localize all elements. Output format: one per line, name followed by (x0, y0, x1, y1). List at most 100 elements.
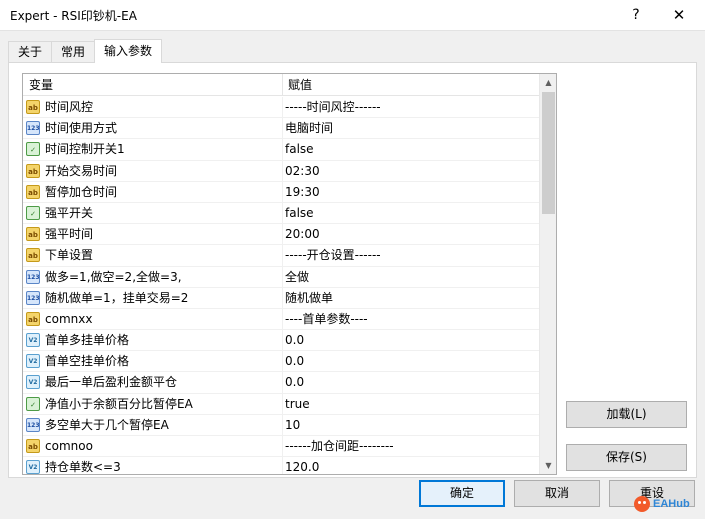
table-row[interactable]: ab 开始交易时间 02:30 (23, 160, 539, 182)
param-name: 强平开关 (45, 205, 94, 220)
param-type-ab-icon: ab (26, 163, 40, 178)
table-row[interactable]: V2 首单多挂单价格 0.0 (23, 330, 539, 352)
eahub-watermark: EAHub (634, 492, 702, 516)
vertical-scrollbar[interactable]: ▲ ▼ (539, 74, 556, 474)
table-row[interactable]: ✓ 强平开关 false (23, 202, 539, 225)
eahub-logo-icon (634, 496, 650, 512)
param-value[interactable]: 全做 (285, 267, 535, 288)
param-value[interactable]: 电脑时间 (285, 118, 535, 139)
parameter-rows: ab 时间风控 -----时间风控------ 123 时间使用方式 电脑时间 ✓ 时间控制开… (23, 97, 539, 474)
param-value[interactable]: false (285, 203, 535, 224)
param-value[interactable]: ----首单参数---- (285, 309, 535, 330)
cell-separator (282, 351, 283, 373)
cell-separator (282, 330, 283, 352)
param-value[interactable]: 0.0 (285, 351, 535, 372)
grid-header: 变量 赋值 (23, 74, 539, 96)
param-value[interactable]: 02:30 (285, 161, 535, 182)
table-row[interactable]: ab 暂停加仓时间 19:30 (23, 181, 539, 203)
tab-inputs[interactable]: 输入参数 (94, 39, 163, 63)
param-value[interactable]: 0.0 (285, 330, 535, 351)
table-row[interactable]: ab comnoo ------加仓间距-------- (23, 436, 539, 458)
column-header-variable[interactable]: 变量 (29, 74, 53, 96)
param-type-ab-icon: ab (26, 184, 40, 199)
table-row[interactable]: ✓ 时间控制开关1 false (23, 139, 539, 161)
cell-separator (282, 224, 283, 246)
param-type-123-icon: 123 (26, 417, 40, 432)
cell-separator (282, 457, 283, 474)
param-value[interactable]: 20:00 (285, 224, 535, 245)
param-name: 时间控制开关1 (45, 142, 125, 157)
cell-separator (282, 202, 283, 224)
table-row[interactable]: ✓ 净值小于余额百分比暂停EA true (23, 393, 539, 415)
param-type-v2-icon: V2 (26, 354, 40, 369)
ok-button[interactable]: 确定 (419, 480, 505, 507)
table-row[interactable]: ab 下单设置 -----开仓设置------ (23, 245, 539, 267)
param-name: 暂停加仓时间 (45, 184, 118, 199)
param-type-ab-icon: ab (26, 439, 40, 453)
watermark-text: EAHub (653, 498, 690, 510)
param-type-123-icon: 123 (26, 290, 40, 305)
param-type-ab-icon: ab (26, 227, 40, 242)
title-bar: Expert - RSI印钞机-EA ? ✕ (0, 0, 705, 30)
param-name: 开始交易时间 (45, 163, 118, 178)
param-type-bool-icon: ✓ (26, 142, 40, 157)
param-type-v2-icon: V2 (26, 375, 40, 390)
param-value[interactable]: 19:30 (285, 182, 535, 203)
cancel-button[interactable]: 取消 (514, 480, 600, 507)
inputs-panel: 变量 赋值 ab 时间风控 -----时间风控------ 123 时间使用方式 电脑时间… (8, 62, 697, 478)
param-value[interactable]: false (285, 139, 535, 160)
param-name: 多空单大于几个暂停EA (45, 417, 169, 432)
cell-separator (282, 118, 283, 140)
cell-separator (282, 372, 283, 394)
table-row[interactable]: V2 最后一单后盈利金额平仓 0.0 (23, 372, 539, 394)
param-type-v2-icon: V2 (26, 333, 40, 348)
param-name: 强平时间 (45, 227, 94, 242)
table-row[interactable]: 123 做多=1,做空=2,全做=3, 全做 (23, 266, 539, 288)
load-button[interactable]: 加载(L) (566, 401, 687, 428)
cell-separator (282, 393, 283, 415)
cell-separator (282, 160, 283, 182)
help-button[interactable]: ? (624, 4, 648, 26)
param-name: 随机做单=1，挂单交易=2 (45, 290, 189, 305)
param-value[interactable]: 0.0 (285, 372, 535, 393)
parameters-grid: 变量 赋值 ab 时间风控 -----时间风控------ 123 时间使用方式 电脑时间… (22, 73, 557, 475)
tab-common[interactable]: 常用 (51, 41, 96, 63)
param-name: 最后一单后盈利金额平仓 (45, 375, 178, 390)
param-type-123-icon: 123 (26, 269, 40, 284)
param-type-ab-icon: ab (26, 100, 40, 114)
column-separator[interactable] (282, 74, 283, 96)
window-title: Expert - RSI印钞机-EA (10, 9, 137, 23)
param-value[interactable]: 随机做单 (285, 288, 535, 309)
table-row[interactable]: ab 时间风控 -----时间风控------ (23, 97, 539, 119)
param-value[interactable]: -----开仓设置------ (285, 245, 535, 266)
scroll-up-arrow-icon[interactable]: ▲ (540, 74, 556, 91)
cell-separator (282, 436, 283, 457)
table-row[interactable]: 123 多空单大于几个暂停EA 10 (23, 414, 539, 436)
param-value[interactable]: 120.0 (285, 457, 535, 474)
param-name: 首单空挂单价格 (45, 354, 130, 369)
param-name: comnoo (45, 439, 93, 453)
save-button[interactable]: 保存(S) (566, 444, 687, 471)
param-name: 首单多挂单价格 (45, 333, 130, 348)
scrollbar-thumb[interactable] (542, 92, 555, 214)
column-header-value[interactable]: 赋值 (288, 74, 312, 96)
table-row[interactable]: 123 随机做单=1，挂单交易=2 随机做单 (23, 287, 539, 309)
table-row[interactable]: ab 强平时间 20:00 (23, 224, 539, 246)
tab-strip: 关于 常用 输入参数 (8, 39, 163, 63)
param-value[interactable]: -----时间风控------ (285, 97, 535, 118)
scroll-down-arrow-icon[interactable]: ▼ (540, 457, 556, 474)
table-row[interactable]: ab comnxx ----首单参数---- (23, 308, 539, 331)
param-name: 时间使用方式 (45, 121, 118, 136)
cell-separator (282, 181, 283, 203)
table-row[interactable]: 123 时间使用方式 电脑时间 (23, 118, 539, 140)
cell-separator (282, 97, 283, 118)
table-row[interactable]: V2 持仓单数<=3 120.0 (23, 457, 539, 474)
param-value[interactable]: 10 (285, 415, 535, 436)
param-name: 做多=1,做空=2,全做=3, (45, 269, 182, 284)
param-type-ab-icon: ab (26, 311, 40, 326)
tab-about[interactable]: 关于 (8, 41, 53, 63)
param-value[interactable]: ------加仓间距-------- (285, 436, 535, 457)
param-value[interactable]: true (285, 394, 535, 415)
close-button[interactable]: ✕ (664, 4, 694, 26)
table-row[interactable]: V2 首单空挂单价格 0.0 (23, 351, 539, 373)
